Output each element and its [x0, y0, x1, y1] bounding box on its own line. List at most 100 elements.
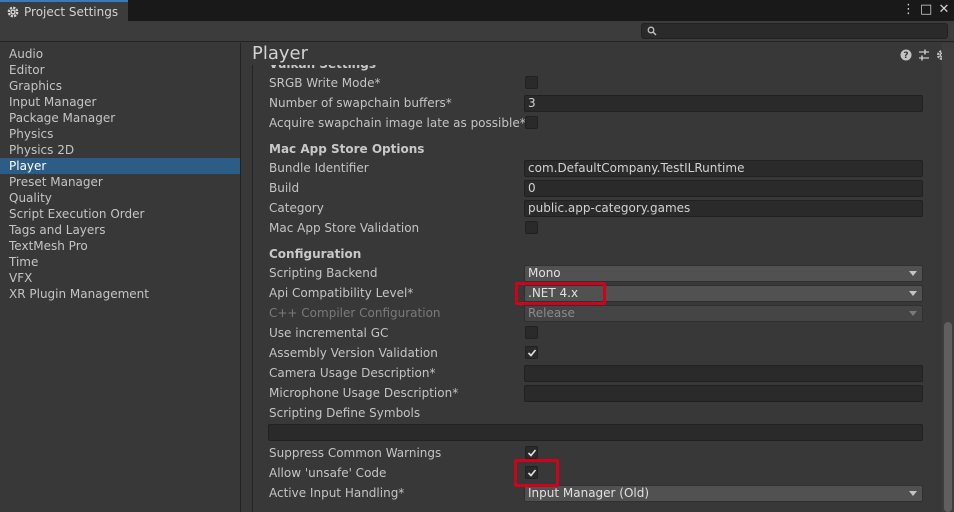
highlight-box-api-level: [515, 282, 606, 305]
build-row: Build 0: [269, 178, 929, 198]
sidebar-item-textmesh-pro[interactable]: TextMesh Pro: [0, 238, 240, 254]
maximize-icon[interactable]: □: [920, 2, 932, 18]
cpp-compiler-configuration-label: C++ Compiler Configuration: [269, 306, 441, 320]
gear-icon: [7, 6, 19, 17]
sidebar-item-input-manager[interactable]: Input Manager: [0, 94, 240, 110]
search-icon: [647, 26, 657, 36]
sidebar-item-xr-plugin-management[interactable]: XR Plugin Management: [0, 286, 240, 302]
api-compatibility-level-label: Api Compatibility Level*: [269, 286, 414, 300]
sidebar-item-vfx[interactable]: VFX: [0, 270, 240, 286]
build-field[interactable]: 0: [524, 180, 923, 197]
svg-text:?: ?: [903, 51, 908, 61]
assembly-version-validation-checkbox[interactable]: [525, 346, 538, 359]
camera-usage-description-row: Camera Usage Description*: [269, 363, 929, 383]
settings-sidebar: Audio Editor Graphics Input Manager Pack…: [0, 43, 241, 512]
mac-app-store-validation-row: Mac App Store Validation: [269, 218, 929, 238]
sidebar-item-package-manager[interactable]: Package Manager: [0, 110, 240, 126]
microphone-usage-description-row: Microphone Usage Description*: [269, 383, 929, 403]
checkmark-icon: [527, 449, 537, 457]
dropdown-arrow-icon: [909, 291, 917, 296]
swapchain-buffers-field[interactable]: 3: [524, 95, 923, 112]
allow-unsafe-code-row: Allow 'unsafe' Code: [269, 463, 929, 483]
sidebar-item-editor[interactable]: Editor: [0, 62, 240, 78]
settings-main-panel: Player ? Vulkan Settings: [242, 43, 954, 512]
scripting-backend-value: Mono: [528, 266, 561, 280]
active-input-handling-label: Active Input Handling*: [269, 486, 405, 500]
header-icons: ?: [900, 49, 948, 61]
acquire-swapchain-late-row: Acquire swapchain image late as possible…: [269, 113, 929, 133]
sidebar-item-time[interactable]: Time: [0, 254, 240, 270]
allow-unsafe-code-label: Allow 'unsafe' Code: [269, 466, 387, 480]
dropdown-arrow-icon: [909, 491, 917, 496]
sidebar-item-physics[interactable]: Physics: [0, 126, 240, 142]
sidebar-item-tags-and-layers[interactable]: Tags and Layers: [0, 222, 240, 238]
scripting-backend-dropdown[interactable]: Mono: [524, 265, 923, 282]
close-icon[interactable]: ✕: [938, 2, 950, 18]
mac-app-store-validation-checkbox[interactable]: [525, 221, 538, 234]
sidebar-item-physics-2d[interactable]: Physics 2D: [0, 142, 240, 158]
sidebar-item-graphics[interactable]: Graphics: [0, 78, 240, 94]
vertical-scrollbar[interactable]: [942, 43, 954, 512]
swapchain-buffers-label: Number of swapchain buffers*: [269, 96, 452, 110]
bundle-identifier-row: Bundle Identifier com.DefaultCompany.Tes…: [269, 158, 929, 178]
srgb-write-mode-label: SRGB Write Mode*: [269, 76, 381, 90]
srgb-write-mode-row: SRGB Write Mode*: [269, 73, 929, 93]
section-mac-app-store-options: Mac App Store Options: [269, 142, 425, 156]
title-bar: Project Settings ⋮ □ ✕: [0, 0, 954, 21]
assembly-version-validation-label: Assembly Version Validation: [269, 346, 438, 360]
suppress-common-warnings-checkbox[interactable]: [525, 446, 538, 459]
build-label: Build: [269, 181, 300, 195]
active-input-handling-value: Input Manager (Old): [528, 486, 650, 500]
sidebar-item-player[interactable]: Player: [0, 158, 240, 174]
project-settings-window: Project Settings ⋮ □ ✕ Audio Editor Grap…: [0, 0, 954, 512]
category-row: Category public.app-category.games: [269, 198, 929, 218]
cpp-compiler-configuration-dropdown: Release: [524, 305, 923, 322]
dropdown-arrow-icon: [909, 311, 917, 316]
dropdown-arrow-icon: [909, 271, 917, 276]
highlight-box-unsafe-code: [514, 459, 559, 487]
category-field[interactable]: public.app-category.games: [524, 200, 923, 217]
sidebar-item-script-execution-order[interactable]: Script Execution Order: [0, 206, 240, 222]
help-icon[interactable]: ?: [900, 49, 912, 61]
cpp-compiler-configuration-row: C++ Compiler Configuration Release: [269, 303, 929, 323]
sidebar-item-preset-manager[interactable]: Preset Manager: [0, 174, 240, 190]
scripting-define-symbols-label: Scripting Define Symbols: [269, 406, 421, 420]
window-title: Project Settings: [24, 4, 119, 19]
scripting-define-symbols-row: Scripting Define Symbols: [269, 403, 929, 423]
sidebar-item-audio[interactable]: Audio: [0, 46, 240, 62]
active-input-handling-row: Active Input Handling* Input Manager (Ol…: [269, 483, 929, 503]
scripting-define-symbols-field[interactable]: [268, 424, 923, 441]
checkmark-icon: [527, 349, 537, 357]
search-input[interactable]: [641, 23, 948, 39]
section-configuration: Configuration: [269, 247, 362, 261]
preset-sliders-icon[interactable]: [918, 49, 930, 61]
camera-usage-description-field[interactable]: [524, 365, 923, 382]
bundle-identifier-field[interactable]: com.DefaultCompany.TestILRuntime: [524, 160, 923, 177]
category-label: Category: [269, 201, 324, 215]
microphone-usage-description-field[interactable]: [524, 385, 923, 402]
microphone-usage-description-label: Microphone Usage Description*: [269, 386, 459, 400]
use-incremental-gc-checkbox[interactable]: [525, 326, 538, 339]
window-tab[interactable]: Project Settings: [0, 0, 128, 21]
bundle-identifier-label: Bundle Identifier: [269, 161, 369, 175]
suppress-common-warnings-label: Suppress Common Warnings: [269, 446, 442, 460]
scripting-backend-label: Scripting Backend: [269, 266, 378, 280]
use-incremental-gc-label: Use incremental GC: [269, 326, 389, 340]
mac-app-store-validation-label: Mac App Store Validation: [269, 221, 420, 235]
srgb-write-mode-checkbox[interactable]: [525, 76, 538, 89]
acquire-swapchain-late-checkbox[interactable]: [525, 116, 538, 129]
window-controls: ⋮ □ ✕: [902, 2, 950, 18]
camera-usage-description-label: Camera Usage Description*: [269, 366, 436, 380]
swapchain-buffers-row: Number of swapchain buffers* 3: [269, 93, 929, 113]
acquire-swapchain-late-label: Acquire swapchain image late as possible…: [269, 116, 526, 130]
sidebar-item-quality[interactable]: Quality: [0, 190, 240, 206]
active-input-handling-dropdown[interactable]: Input Manager (Old): [524, 485, 923, 502]
use-incremental-gc-row: Use incremental GC: [269, 323, 929, 343]
search-toolbar: [0, 21, 954, 42]
scrollbar-thumb[interactable]: [944, 322, 952, 512]
indent-guide: [252, 65, 253, 512]
suppress-common-warnings-row: Suppress Common Warnings: [269, 443, 929, 463]
cpp-compiler-configuration-value: Release: [528, 306, 575, 320]
assembly-version-validation-row: Assembly Version Validation: [269, 343, 929, 363]
more-options-icon[interactable]: ⋮: [902, 2, 915, 18]
